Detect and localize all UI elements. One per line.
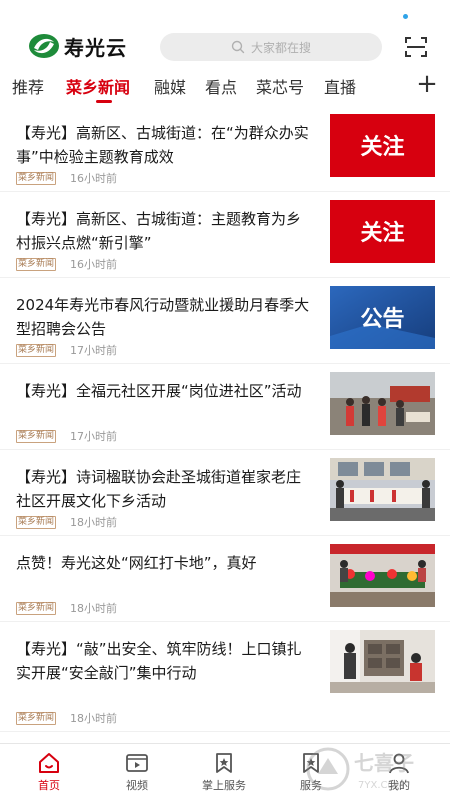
news-thumbnail[interactable]: 关注	[330, 200, 435, 263]
news-time: 16小时前	[70, 172, 118, 185]
news-meta: 菜乡新闻 17小时前	[16, 428, 117, 444]
news-thumbnail[interactable]: 公告	[330, 286, 435, 349]
culture-event-photo	[330, 458, 435, 521]
tab-live[interactable]: 直播	[324, 74, 356, 98]
news-item[interactable]: 2024年寿光市春风行动暨就业援助月春季大型招聘会公告 菜乡新闻 17小时前 公…	[0, 278, 450, 364]
scan-icon[interactable]	[404, 35, 428, 59]
news-time: 18小时前	[70, 516, 118, 529]
news-tag: 菜乡新闻	[16, 343, 57, 357]
news-item[interactable]: 【寿光】全福元社区开展“岗位进社区”活动 菜乡新闻 17小时前	[0, 364, 450, 450]
tab-caixiang-news[interactable]: 菜乡新闻	[66, 74, 130, 98]
checkin-spot-photo	[330, 544, 435, 607]
site-watermark-logo: 七喜子 7YX.COM	[306, 747, 414, 791]
notice-banner-image: 公告	[330, 286, 435, 349]
news-title[interactable]: 【寿光】诗词楹联协会赴圣城街道崔家老庄社区开展文化下乡活动	[16, 465, 314, 513]
video-icon	[126, 754, 148, 772]
bookmark-star-icon	[216, 753, 232, 773]
thumb-text: 公告	[360, 307, 404, 332]
news-meta: 菜乡新闻 18小时前	[16, 600, 117, 616]
news-meta: 菜乡新闻 16小时前	[16, 170, 117, 186]
nav-video[interactable]: 视频	[107, 752, 167, 793]
news-thumbnail[interactable]	[330, 458, 435, 521]
nav-mobile-service[interactable]: 掌上服务	[194, 752, 254, 793]
tab-kandian[interactable]: 看点	[205, 74, 237, 98]
news-time: 18小时前	[70, 712, 118, 725]
news-title[interactable]: 2024年寿光市春风行动暨就业援助月春季大型招聘会公告	[16, 293, 314, 341]
news-time: 18小时前	[70, 602, 118, 615]
news-tag: 菜乡新闻	[16, 601, 57, 615]
news-tag: 菜乡新闻	[16, 429, 57, 443]
app-logo[interactable]: 寿光云	[28, 30, 127, 62]
nav-video-label: 视频	[126, 779, 148, 792]
news-meta: 菜乡新闻 16小时前	[16, 256, 117, 272]
svg-text:7YX.COM: 7YX.COM	[358, 780, 404, 791]
add-channel-icon[interactable]: +	[414, 70, 440, 100]
logo-text: 寿光云	[64, 35, 127, 60]
news-tag: 菜乡新闻	[16, 515, 57, 529]
news-meta: 菜乡新闻 17小时前	[16, 342, 117, 358]
tab-recommend[interactable]: 推荐	[12, 74, 44, 98]
search-input[interactable]: 大家都在搜	[160, 33, 382, 61]
news-thumbnail[interactable]	[330, 544, 435, 607]
news-time: 17小时前	[70, 344, 118, 357]
thumb-text: 关注	[360, 220, 404, 246]
news-title[interactable]: 点赞！寿光这处“网红打卡地”，真好	[16, 551, 314, 575]
thumb-text: 关注	[360, 134, 404, 160]
news-meta: 菜乡新闻 18小时前	[16, 710, 117, 726]
tab-caixinhao[interactable]: 菜芯号	[256, 74, 304, 98]
news-time: 17小时前	[70, 430, 118, 443]
news-item[interactable]: 【寿光】高新区、古城街道：主题教育为乡村振兴点燃“新引擎” 菜乡新闻 16小时前…	[0, 192, 450, 278]
safety-visit-photo	[330, 630, 435, 693]
active-tab-indicator	[96, 100, 112, 103]
search-placeholder: 大家都在搜	[250, 40, 311, 55]
news-meta: 菜乡新闻 18小时前	[16, 514, 117, 530]
news-item[interactable]: 点赞！寿光这处“网红打卡地”，真好 菜乡新闻 18小时前	[0, 536, 450, 622]
nav-home[interactable]: 首页	[19, 752, 79, 793]
logo-icon	[29, 34, 59, 58]
follow-banner-image: 关注	[330, 114, 435, 177]
home-icon	[39, 753, 59, 773]
search-icon	[231, 40, 245, 54]
channel-tabs: 推荐 菜乡新闻 融媒 看点 菜芯号 直播	[0, 70, 450, 104]
news-thumbnail[interactable]	[330, 372, 435, 435]
news-thumbnail[interactable]: 关注	[330, 114, 435, 177]
news-title[interactable]: 【寿光】全福元社区开展“岗位进社区”活动	[16, 379, 314, 403]
news-thumbnail[interactable]	[330, 630, 435, 693]
news-time: 16小时前	[70, 258, 118, 271]
news-title[interactable]: 【寿光】高新区、古城街道：主题教育为乡村振兴点燃“新引擎”	[16, 207, 314, 255]
community-event-photo	[330, 372, 435, 435]
nav-mobile-service-label: 掌上服务	[202, 779, 246, 792]
app-header: 寿光云 大家都在搜	[0, 0, 450, 68]
news-item[interactable]: 【寿光】诗词楹联协会赴圣城街道崔家老庄社区开展文化下乡活动 菜乡新闻 18小时前	[0, 450, 450, 536]
news-title[interactable]: 【寿光】“敲”出安全、筑牢防线！上口镇扎实开展“安全敲门”集中行动	[16, 637, 314, 685]
follow-banner-image: 关注	[330, 200, 435, 263]
news-title[interactable]: 【寿光】高新区、古城街道：在“为群众办实事”中检验主题教育成效	[16, 121, 314, 169]
nav-home-label: 首页	[38, 779, 60, 792]
news-item[interactable]: 【寿光】“敲”出安全、筑牢防线！上口镇扎实开展“安全敲门”集中行动 菜乡新闻 1…	[0, 622, 450, 732]
status-dot-icon	[403, 14, 408, 19]
svg-text:七喜子: 七喜子	[354, 751, 414, 775]
news-tag: 菜乡新闻	[16, 171, 57, 185]
news-tag: 菜乡新闻	[16, 257, 57, 271]
news-tag: 菜乡新闻	[16, 711, 57, 725]
news-item[interactable]: 【寿光】高新区、古城街道：在“为群众办实事”中检验主题教育成效 菜乡新闻 16小…	[0, 106, 450, 192]
tab-rongmei[interactable]: 融媒	[154, 74, 186, 98]
